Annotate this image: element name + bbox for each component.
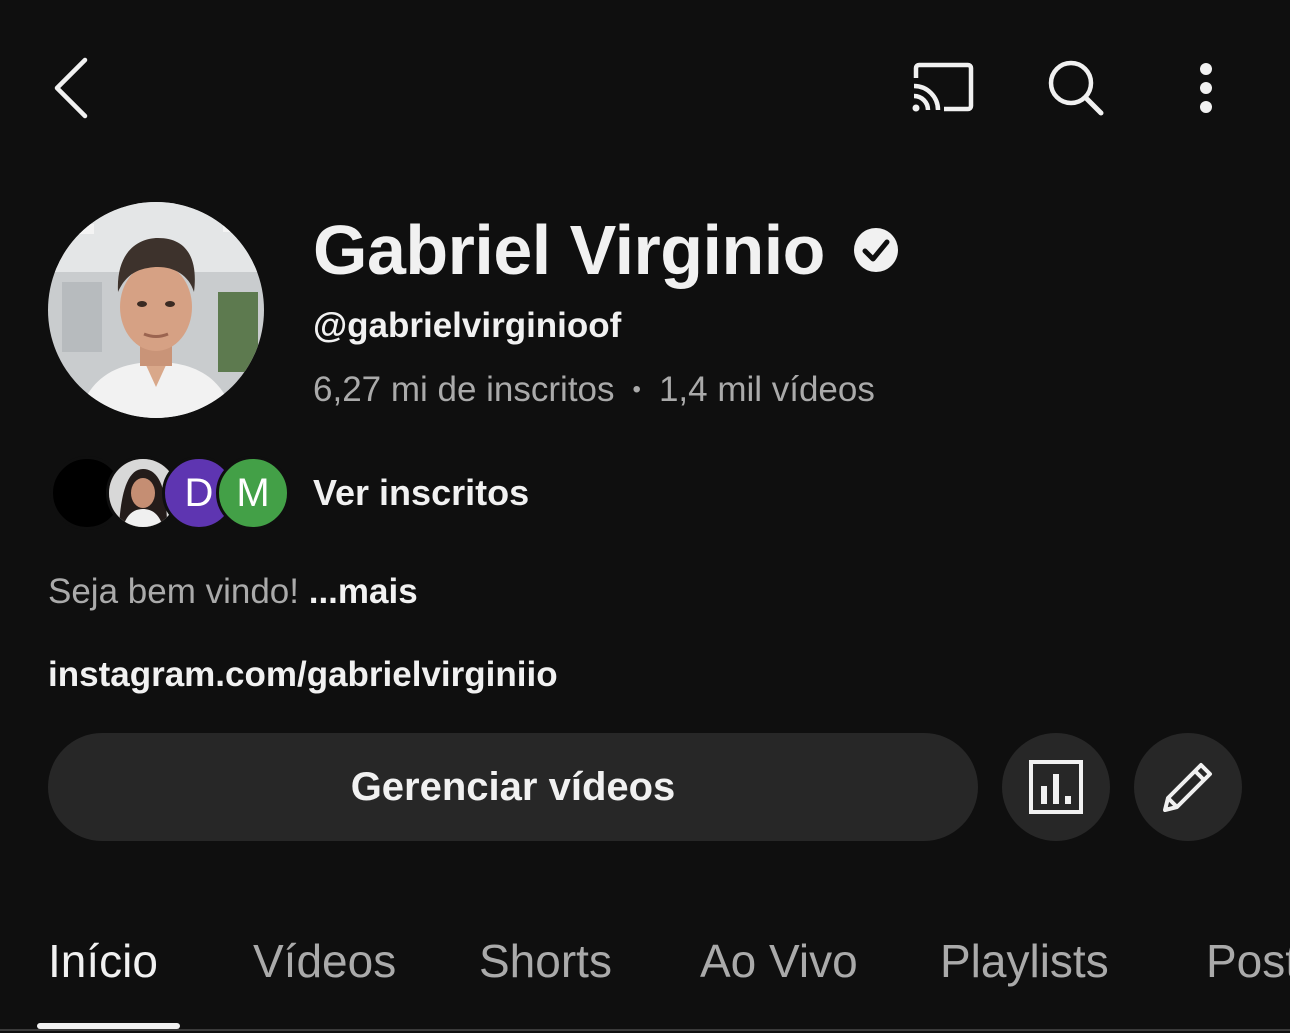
channel-title-row: Gabriel Virginio <box>313 208 899 292</box>
channel-name: Gabriel Virginio <box>313 211 825 289</box>
active-tab-indicator <box>37 1023 180 1029</box>
tab-videos[interactable]: Vídeos <box>253 934 396 988</box>
view-subscribers-link[interactable]: Ver inscritos <box>313 472 529 514</box>
tab-playlists[interactable]: Playlists <box>940 934 1109 988</box>
more-vertical-icon <box>1200 63 1212 113</box>
tab-posts[interactable]: Posts <box>1206 934 1290 988</box>
manage-videos-label: Gerenciar vídeos <box>350 764 676 809</box>
subscriber-count: 6,27 mi de inscritos <box>313 370 615 409</box>
analytics-icon <box>1029 760 1083 814</box>
channel-handle: @gabrielvirginioof <box>313 306 622 345</box>
tab-ao-vivo[interactable]: Ao Vivo <box>700 934 858 988</box>
tab-inicio[interactable]: Início <box>48 934 158 988</box>
stats-separator: • <box>632 376 641 403</box>
description-more-link[interactable]: ...mais <box>309 572 418 611</box>
channel-tabs: Início Vídeos Shorts Ao Vivo Playlists P… <box>0 900 1290 1033</box>
pencil-icon <box>1163 763 1212 812</box>
channel-avatar[interactable] <box>48 202 264 418</box>
channel-external-link[interactable]: instagram.com/gabrielvirginiio <box>48 655 558 695</box>
subscriber-avatars[interactable]: D M <box>50 456 290 530</box>
cast-button[interactable] <box>902 56 982 120</box>
analytics-button[interactable] <box>1002 733 1110 841</box>
more-options-button[interactable] <box>1180 52 1232 124</box>
search-button[interactable] <box>1038 52 1114 124</box>
search-icon <box>1048 60 1104 116</box>
tab-shorts[interactable]: Shorts <box>479 934 612 988</box>
tabs-divider <box>0 1029 1290 1031</box>
manage-videos-button[interactable]: Gerenciar vídeos <box>48 733 978 841</box>
chevron-left-icon <box>54 57 88 119</box>
edit-channel-button[interactable] <box>1134 733 1242 841</box>
description-text: Seja bem vindo! <box>48 572 309 611</box>
verified-badge-icon <box>853 228 898 272</box>
subscriber-avatar: M <box>216 456 290 530</box>
back-button[interactable] <box>40 50 104 126</box>
video-count: 1,4 mil vídeos <box>658 370 875 409</box>
cast-icon <box>912 62 974 112</box>
channel-stats: 6,27 mi de inscritos • 1,4 mil vídeos <box>313 370 875 410</box>
channel-page: Gabriel Virginio @gabrielvirginioof 6,27… <box>0 0 1290 1033</box>
channel-description[interactable]: Seja bem vindo! ...mais <box>48 572 418 612</box>
